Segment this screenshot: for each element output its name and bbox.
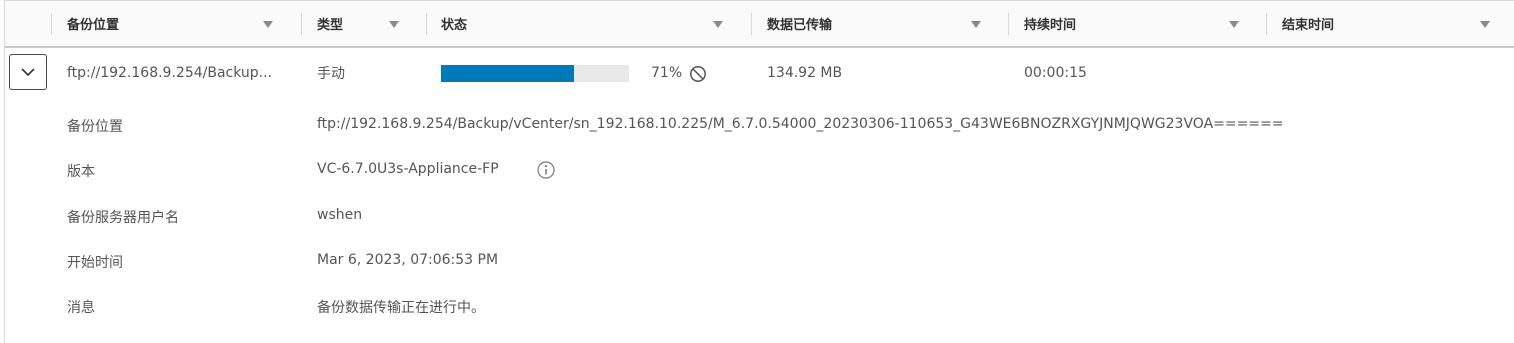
detail-value-message: 备份数据传输正在进行中。 bbox=[317, 300, 485, 316]
detail-value-version: VC-6.7.0U3s-Appliance-FP bbox=[317, 161, 499, 177]
expand-row-button[interactable] bbox=[9, 54, 47, 90]
type-cell: 手动 bbox=[317, 66, 345, 82]
grid-header: 备份位置 类型 状态 数据已传输 持续时间 结束时间 bbox=[5, 1, 1514, 48]
column-header-label: 状态 bbox=[441, 18, 468, 33]
column-header-duration[interactable]: 持续时间 bbox=[1024, 1, 1076, 46]
detail-label-start-time: 开始时间 bbox=[67, 255, 123, 271]
column-header-label: 类型 bbox=[317, 18, 344, 33]
progress-bar bbox=[441, 65, 629, 82]
detail-value-user: wshen bbox=[317, 207, 363, 223]
column-header-location[interactable]: 备份位置 bbox=[67, 1, 119, 46]
progress-bar-fill bbox=[441, 65, 575, 82]
backup-history-grid: 备份位置 类型 状态 数据已传输 持续时间 结束时间 ftp://192.168… bbox=[4, 0, 1514, 343]
info-icon[interactable] bbox=[537, 161, 555, 179]
column-separator[interactable] bbox=[301, 13, 302, 35]
detail-label-message: 消息 bbox=[67, 300, 95, 316]
filter-icon[interactable] bbox=[263, 21, 273, 28]
column-header-type[interactable]: 类型 bbox=[317, 1, 343, 46]
detail-value-start-time: Mar 6, 2023, 07:06:53 PM bbox=[317, 252, 499, 268]
column-separator[interactable] bbox=[1008, 13, 1009, 35]
data-transferred-cell: 134.92 MB bbox=[767, 65, 843, 81]
column-separator[interactable] bbox=[1266, 13, 1267, 35]
column-header-label: 持续时间 bbox=[1024, 18, 1077, 33]
detail-label-location: 备份位置 bbox=[67, 119, 123, 135]
progress-percent: 71% bbox=[651, 65, 683, 81]
cancel-icon[interactable] bbox=[689, 65, 707, 83]
filter-icon[interactable] bbox=[713, 21, 723, 28]
column-separator[interactable] bbox=[426, 13, 427, 35]
column-separator[interactable] bbox=[51, 13, 52, 35]
column-separator[interactable] bbox=[751, 13, 752, 35]
column-header-end-time[interactable]: 结束时间 bbox=[1282, 1, 1334, 46]
filter-icon[interactable] bbox=[389, 21, 399, 28]
column-header-status[interactable]: 状态 bbox=[441, 1, 467, 46]
filter-icon[interactable] bbox=[1480, 21, 1490, 28]
detail-value-location: ftp://192.168.9.254/Backup/vCenter/sn_19… bbox=[317, 116, 1284, 132]
filter-icon[interactable] bbox=[1229, 21, 1239, 28]
duration-cell: 00:00:15 bbox=[1024, 65, 1087, 81]
column-header-label: 数据已传输 bbox=[767, 18, 833, 33]
table-row[interactable]: ftp://192.168.9.254/Backup... 手动 71% 134… bbox=[5, 48, 1514, 98]
detail-label-user: 备份服务器用户名 bbox=[67, 210, 179, 226]
column-header-label: 备份位置 bbox=[67, 18, 120, 33]
column-header-data-transferred[interactable]: 数据已传输 bbox=[767, 1, 832, 46]
detail-label-version: 版本 bbox=[67, 164, 95, 180]
column-header-label: 结束时间 bbox=[1282, 18, 1335, 33]
location-cell: ftp://192.168.9.254/Backup... bbox=[67, 65, 273, 81]
chevron-down-icon bbox=[21, 68, 35, 77]
filter-icon[interactable] bbox=[971, 21, 981, 28]
